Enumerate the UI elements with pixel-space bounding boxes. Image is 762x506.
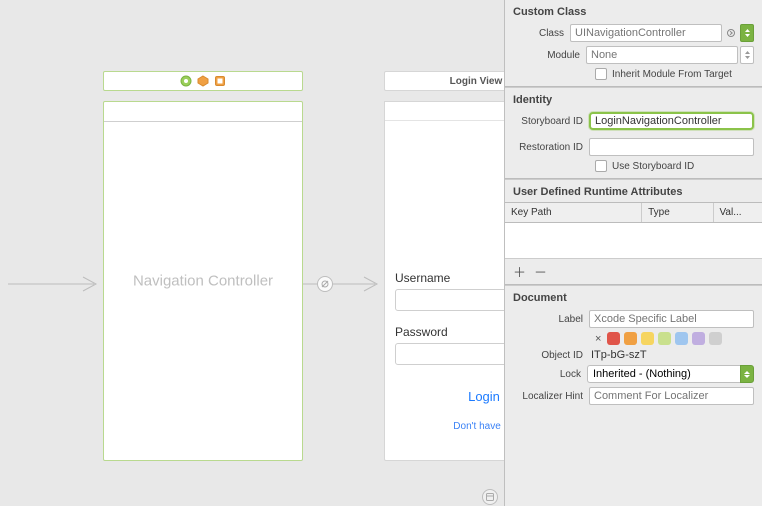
add-runtime-attr-button[interactable]: ＋: [513, 262, 526, 281]
lock-dropdown[interactable]: [740, 365, 754, 383]
module-label: Module: [513, 50, 586, 61]
color-swatch[interactable]: [692, 332, 705, 345]
identity-header: Identity: [505, 87, 762, 110]
navigation-controller-body[interactable]: Navigation Controller: [103, 101, 303, 461]
segue-pin[interactable]: [317, 276, 333, 292]
first-responder-icon: [180, 75, 192, 87]
module-field[interactable]: [586, 46, 738, 64]
color-swatch[interactable]: [709, 332, 722, 345]
object-id-value: ITp-bG-szT: [589, 349, 647, 361]
segue-arrow: [303, 275, 384, 293]
clear-color-icon[interactable]: ×: [595, 333, 601, 345]
runtime-table-body[interactable]: [505, 223, 762, 259]
inherit-module-label: Inherit Module From Target: [612, 69, 732, 80]
class-field[interactable]: [570, 24, 722, 42]
col-keypath: Key Path: [505, 203, 642, 222]
col-type: Type: [642, 203, 713, 222]
lock-label: Lock: [513, 369, 587, 380]
class-label: Class: [513, 28, 570, 39]
restoration-id-label: Restoration ID: [513, 142, 589, 153]
document-outline-pin[interactable]: [482, 489, 498, 505]
use-storyboard-id-checkbox[interactable]: [595, 160, 607, 172]
doc-label-label: Label: [513, 314, 589, 325]
object-id-label: Object ID: [513, 350, 589, 361]
col-value: Val...: [714, 203, 762, 222]
use-storyboard-id-label: Use Storyboard ID: [612, 161, 694, 172]
navigation-controller-label: Navigation Controller: [133, 273, 273, 290]
localizer-hint-label: Localizer Hint: [513, 391, 589, 402]
class-dropdown[interactable]: [740, 24, 754, 42]
restoration-id-field[interactable]: [589, 138, 754, 156]
navigation-controller-scene[interactable]: Navigation Controller: [103, 71, 303, 461]
custom-class-header: Custom Class: [505, 0, 762, 22]
inherit-module-checkbox[interactable]: [595, 68, 607, 80]
exit-icon: [214, 75, 226, 87]
remove-runtime-attr-button[interactable]: －: [534, 262, 547, 281]
jump-to-class-icon[interactable]: [724, 24, 738, 42]
doc-label-field[interactable]: [589, 310, 754, 328]
color-swatch-row: ×: [505, 330, 762, 347]
runtime-table-header: Key Path Type Val...: [505, 202, 762, 223]
module-dropdown[interactable]: [740, 46, 754, 64]
navigation-bar: [104, 102, 302, 122]
storyboard-id-field[interactable]: [589, 112, 754, 130]
identity-inspector: Custom Class Class Module Inherit Module…: [504, 0, 762, 506]
scene-dock[interactable]: [103, 71, 303, 91]
color-swatch[interactable]: [641, 332, 654, 345]
lock-field[interactable]: [587, 365, 740, 383]
runtime-attrs-header: User Defined Runtime Attributes: [505, 179, 762, 202]
color-swatch[interactable]: [675, 332, 688, 345]
document-header: Document: [505, 285, 762, 308]
color-swatch[interactable]: [658, 332, 671, 345]
storyboard-id-label: Storyboard ID: [513, 116, 589, 127]
color-swatch[interactable]: [607, 332, 620, 345]
entry-arrow: [8, 275, 103, 293]
view-controller-icon: [197, 75, 209, 87]
color-swatch[interactable]: [624, 332, 637, 345]
localizer-hint-field[interactable]: [589, 387, 754, 405]
